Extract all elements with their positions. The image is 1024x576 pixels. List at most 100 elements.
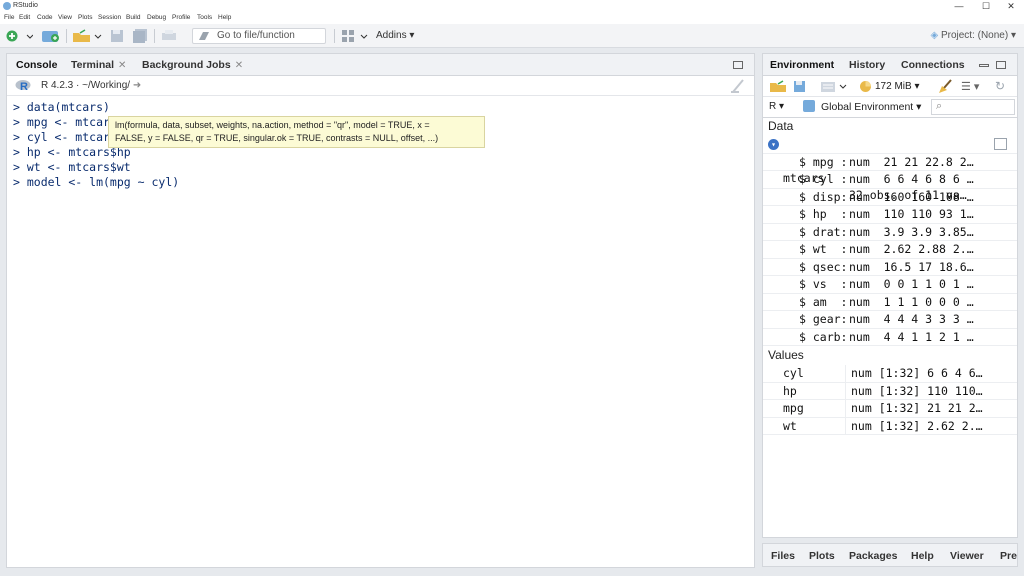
maximize-button[interactable]: ☐ <box>975 0 997 12</box>
table-row[interactable]: $ disp: num 160 160 108 … <box>763 189 1017 206</box>
clear-workspace-broom-icon[interactable] <box>937 79 953 94</box>
tab-help[interactable]: Help <box>911 550 934 562</box>
menu-build[interactable]: Build <box>126 12 140 24</box>
tab-packages[interactable]: Packages <box>849 550 897 562</box>
tab-viewer[interactable]: Viewer <box>950 550 984 562</box>
value-name: wt <box>783 418 797 433</box>
tab-presentation[interactable]: Pre <box>1000 550 1017 562</box>
working-directory: ~/Working/ <box>82 80 131 91</box>
project-menu[interactable]: ◈ Project: (None) ▾ <box>930 30 1016 41</box>
env-search-input[interactable]: ⌕ <box>931 99 1015 115</box>
maximize-pane-icon[interactable] <box>996 61 1006 69</box>
new-project-icon[interactable] <box>40 29 62 43</box>
close-window-button[interactable]: ✕ <box>1000 0 1022 12</box>
table-row[interactable]: $ carb: num 4 4 1 1 2 1 … <box>763 329 1017 346</box>
table-row[interactable]: $ drat: num 3.9 3.9 3.85… <box>763 224 1017 241</box>
table-row[interactable]: $ cyl : num 6 6 4 6 8 6 … <box>763 171 1017 189</box>
scope-select[interactable]: Global Environment ▾ <box>821 101 921 113</box>
table-row[interactable]: $ qsec: num 16.5 17 18.6… <box>763 259 1017 276</box>
close-icon[interactable]: ✕ <box>118 60 126 71</box>
column-name: $ drat: <box>799 224 848 239</box>
new-file-icon[interactable] <box>5 29 33 43</box>
pane-layout-icon[interactable] <box>341 29 369 43</box>
table-row[interactable]: $ gear: num 4 4 4 3 3 3 … <box>763 311 1017 329</box>
language-select[interactable]: R ▾ <box>769 101 784 112</box>
tooltip-line: lm(formula, data, subset, weights, na.ac… <box>115 120 430 130</box>
view-data-grid-icon[interactable] <box>994 138 1007 150</box>
goto-dir-icon[interactable]: ➜ <box>133 80 141 91</box>
table-row[interactable]: $ mpg : num 21 21 22.8 2… <box>763 154 1017 171</box>
addins-menu[interactable]: Addins ▾ <box>376 30 414 41</box>
minimize-button[interactable]: — <box>948 0 970 12</box>
column-desc: num 16.5 17 18.6… <box>849 259 974 274</box>
tab-history[interactable]: History <box>849 59 885 71</box>
tab-environment[interactable]: Environment <box>770 59 834 71</box>
list-view-icon[interactable]: ☰ ▾ <box>961 80 979 93</box>
table-row[interactable]: $ am : num 1 1 1 0 0 0 … <box>763 294 1017 311</box>
tab-terminal[interactable]: Terminal ✕ <box>71 59 126 71</box>
save-all-icon[interactable] <box>132 29 148 43</box>
menu-debug[interactable]: Debug <box>147 12 166 24</box>
tab-plots[interactable]: Plots <box>809 550 835 562</box>
console-output[interactable]: > data(mtcars) > mpg <- mtcars$mpg > cyl… <box>13 100 748 561</box>
memory-usage-value: 172 MiB <box>875 81 912 92</box>
save-icon[interactable] <box>110 29 124 43</box>
menu-help[interactable]: Help <box>218 12 231 24</box>
console-input-line[interactable]: > model <- lm(mpg ~ cyl) <box>13 175 748 190</box>
restore-pane-icon[interactable] <box>733 61 743 69</box>
table-row[interactable]: $ vs : num 0 0 1 1 0 1 … <box>763 276 1017 294</box>
menu-profile[interactable]: Profile <box>172 12 190 24</box>
memory-usage-label[interactable]: 172 MiB ▾ <box>875 81 920 92</box>
load-workspace-icon[interactable] <box>769 80 787 93</box>
column-desc: num 3.9 3.9 3.85… <box>849 224 974 239</box>
close-icon[interactable]: ✕ <box>235 60 243 71</box>
table-row[interactable]: hp num [1:32] 110 110… <box>763 382 1017 400</box>
column-desc: num 160 160 108 … <box>849 189 974 204</box>
open-file-icon[interactable] <box>72 29 102 43</box>
menu-session[interactable]: Session <box>98 12 121 24</box>
title-bar: RStudio — ☐ ✕ <box>0 0 1024 12</box>
value-name: cyl <box>783 366 804 380</box>
column-desc: num 2.62 2.88 2.… <box>849 242 974 256</box>
save-workspace-icon[interactable] <box>793 80 806 93</box>
r-version: R 4.2.3 <box>41 80 74 91</box>
tab-background-jobs-label: Background Jobs <box>142 59 231 71</box>
tab-console[interactable]: Console <box>16 59 57 71</box>
table-row[interactable]: mpg num [1:32] 21 21 2… <box>763 400 1017 418</box>
env-scope-bar: R ▾ Global Environment ▾ ⌕ <box>763 97 1017 118</box>
clear-console-icon[interactable] <box>730 79 746 93</box>
expand-collapse-icon[interactable]: ▾ <box>768 139 779 150</box>
menu-edit[interactable]: Edit <box>19 12 30 24</box>
column-name: $ qsec: <box>799 259 848 274</box>
menu-file[interactable]: File <box>4 12 14 24</box>
table-row[interactable]: $ wt : num 2.62 2.88 2.… <box>763 241 1017 259</box>
table-row[interactable]: wt num [1:32] 2.62 2.… <box>763 417 1017 435</box>
table-row[interactable]: cyl num [1:32] 6 6 4 6… <box>763 365 1017 383</box>
values-section-header: Values <box>768 348 804 362</box>
menu-view[interactable]: View <box>58 12 72 24</box>
console-input-text: > model <- lm(mpg ~ cyl <box>13 175 173 189</box>
tab-background-jobs[interactable]: Background Jobs ✕ <box>142 59 243 71</box>
import-dataset-icon[interactable] <box>820 80 850 93</box>
console-line: > data(mtcars) <box>13 100 110 114</box>
tab-connections[interactable]: Connections <box>901 59 965 71</box>
minimize-pane-icon[interactable] <box>979 64 989 67</box>
menu-tools[interactable]: Tools <box>197 12 212 24</box>
dataset-row[interactable]: ▾ mtcars 32 obs. of 11 va… <box>763 136 1017 202</box>
table-row[interactable]: $ hp : num 110 110 93 1… <box>763 206 1017 224</box>
toolbar-separator <box>66 29 67 43</box>
refresh-icon[interactable]: ↻ <box>995 79 1005 93</box>
environment-pane: Environment History Connections 172 MiB … <box>762 53 1018 538</box>
menu-code[interactable]: Code <box>37 12 53 24</box>
column-divider <box>845 417 846 434</box>
tab-files[interactable]: Files <box>771 550 795 562</box>
print-icon[interactable] <box>161 29 177 43</box>
menu-plots[interactable]: Plots <box>78 12 92 24</box>
console-tabbar: Console Terminal ✕ Background Jobs ✕ <box>7 54 754 76</box>
value-desc: num [1:32] 21 21 2… <box>851 401 983 415</box>
column-name: $ disp: <box>799 189 848 204</box>
project-label: Project: (None) <box>940 30 1009 41</box>
language-value: R <box>769 101 777 112</box>
value-desc: num [1:32] 110 110… <box>851 383 983 398</box>
goto-file-function-input[interactable]: Go to file/function <box>192 28 326 44</box>
